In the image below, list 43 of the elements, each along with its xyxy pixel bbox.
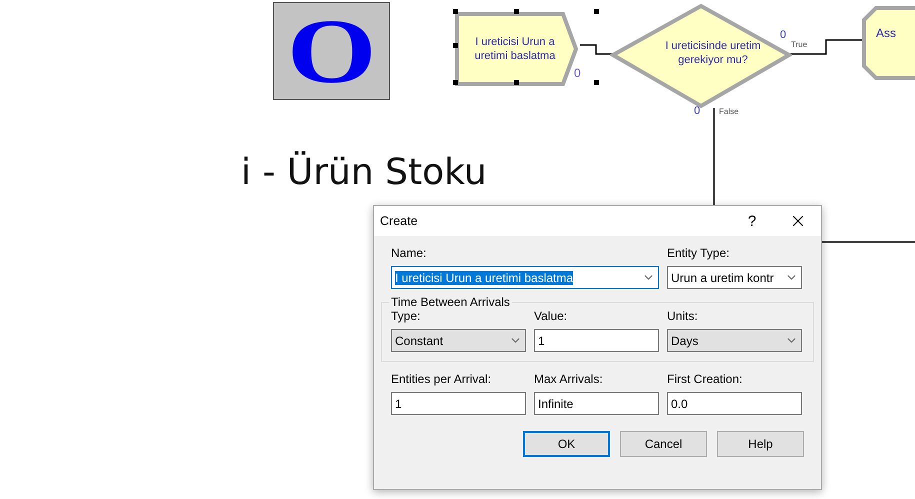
create-node[interactable] — [455, 12, 578, 86]
field-label: First Creation: — [667, 372, 744, 386]
field-label: Max Arrivals: — [534, 372, 604, 386]
input-field[interactable]: 1 — [391, 392, 526, 415]
heading: i - Ürün Stoku — [241, 152, 487, 193]
selection-handle[interactable] — [594, 9, 599, 14]
dialog-title: Create — [380, 214, 419, 228]
input-field[interactable]: Infinite — [534, 392, 659, 415]
node-label: I ureticisinde uretim gerekiyor mu? — [664, 38, 762, 68]
selection-handle[interactable] — [453, 9, 458, 14]
field-label: Type: — [391, 309, 422, 323]
field-label: Entity Type: — [667, 246, 730, 260]
count-label: 0 — [780, 29, 786, 41]
branch-label: False — [719, 107, 739, 116]
selection-handle[interactable] — [594, 80, 599, 85]
dropdown[interactable]: Constant — [391, 329, 526, 352]
field-label: Entities per Arrival: — [391, 372, 492, 386]
selection-handle[interactable] — [453, 80, 458, 85]
branch-label: True — [791, 40, 808, 49]
field-label: Value: — [534, 309, 568, 323]
selection-handle[interactable] — [514, 80, 519, 85]
dialog-button[interactable]: OK — [523, 431, 610, 457]
assign-node[interactable] — [862, 6, 915, 80]
dropdown[interactable]: I ureticisi Urun a uretimi baslatma — [391, 266, 659, 289]
selection-handle[interactable] — [453, 43, 458, 48]
count-label: 0 — [694, 105, 700, 117]
count-label: 0 — [574, 66, 581, 80]
logo-letter: O — [286, 5, 376, 97]
dialog-button[interactable]: Help — [717, 431, 804, 457]
help-button[interactable]: ? — [729, 212, 775, 230]
connector-line — [790, 39, 862, 55]
node-label: I ureticisi Urun a uretimi baslatma — [474, 34, 556, 64]
field-label: Units: — [667, 309, 699, 323]
connector-line — [580, 44, 613, 55]
field-label: Name: — [391, 246, 428, 260]
selection-handle[interactable] — [514, 9, 519, 14]
group-title: Time Between Arrivals — [390, 295, 511, 309]
node-label: Ass — [876, 25, 898, 42]
dropdown[interactable]: Urun a uretim kontr — [667, 266, 802, 289]
dropdown[interactable]: Days — [667, 329, 802, 352]
input-field[interactable]: 1 — [534, 329, 659, 352]
dialog-button[interactable]: Cancel — [620, 431, 707, 457]
input-field[interactable]: 0.0 — [667, 392, 802, 415]
